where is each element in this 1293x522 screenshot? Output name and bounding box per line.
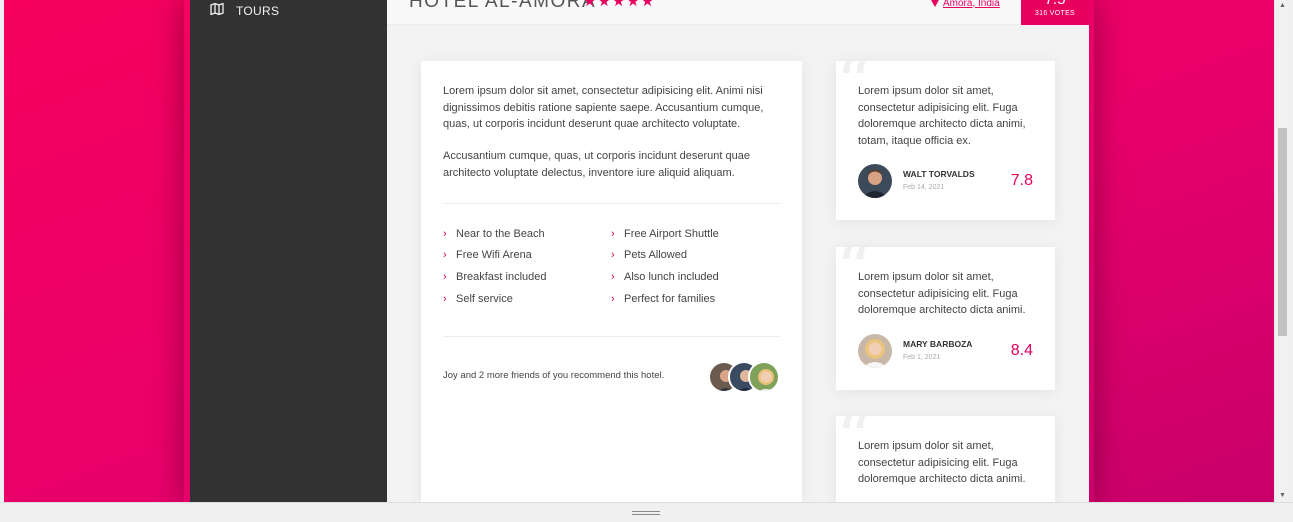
amenity-label: Pets Allowed [624,249,687,261]
amenity-item: › Near to the Beach [443,228,545,240]
main-content: HOTEL AL-AMORA ★★★★★ Amora, India 7.5 31… [387,0,1089,502]
hotel-score: 7.5 [1021,0,1089,8]
chevron-right-icon: › [611,293,615,305]
amenity-item: › Free Airport Shuttle [611,228,719,240]
hotel-title: HOTEL AL-AMORA [409,0,597,12]
scroll-down-arrow-icon[interactable]: ▼ [1275,490,1290,502]
amenity-label: Free Wifi Arena [456,249,532,261]
divider [443,336,780,337]
chevron-right-icon: › [611,228,615,240]
reviewer-name: MARY BARBOZA [903,339,973,349]
review-text: Lorem ipsum dolor sit amet, consectetur … [858,271,1026,316]
chevron-right-icon: › [443,249,447,261]
location-text: Amora, India [943,0,1000,9]
review-date: Feb 14, 2021 [903,184,945,191]
amenity-label: Free Airport Shuttle [624,228,719,240]
amenity-label: Breakfast included [456,271,547,283]
description-paragraph-2: Accusantium cumque, quas, ut corporis in… [443,150,750,179]
reviewer-name: WALT TORVALDS [903,169,975,179]
resize-bar [0,502,1293,522]
avatar [858,334,892,368]
amenity-item: › Perfect for families [611,293,715,305]
amenity-label: Perfect for families [624,293,716,305]
amenity-item: › Free Wifi Arena [443,249,532,261]
review-score: 7.8 [1010,172,1033,189]
sidebar-item-label: TOURS [236,4,280,18]
scrollbar-thumb[interactable] [1278,128,1287,336]
map-icon [210,2,224,20]
review-score: 8.4 [1010,342,1033,359]
sidebar: TOURS [190,0,387,502]
chevron-right-icon: › [611,271,615,283]
friend-avatars [708,361,784,393]
review-card: “ Lorem ipsum dolor sit amet, consectetu… [836,416,1055,502]
review-date: Feb 1, 2021 [903,354,941,361]
avatar[interactable] [748,361,780,393]
hotel-header: HOTEL AL-AMORA ★★★★★ Amora, India 7.5 31… [387,0,1089,25]
chevron-right-icon: › [611,249,615,261]
hotel-description-card: Lorem ipsum dolor sit amet, consectetur … [421,61,802,502]
avatar [858,164,892,198]
location-link[interactable]: Amora, India [931,0,1000,12]
review-card: “ Lorem ipsum dolor sit amet, consectetu… [836,247,1055,390]
review-text: Lorem ipsum dolor sit amet, consectetur … [858,440,1026,485]
page-viewport: TOURS HOTEL AL-AMORA ★★★★★ Amora, India … [4,0,1274,502]
sidebar-item-tours[interactable]: TOURS [210,2,279,20]
map-pin-icon [931,0,939,12]
chevron-right-icon: › [443,293,447,305]
star-rating: ★★★★★ [583,0,656,10]
resize-handle-icon[interactable] [632,511,660,516]
amenity-label: Also lunch included [624,271,719,283]
hotel-votes: 316 VOTES [1034,10,1076,17]
amenity-item: › Self service [443,293,513,305]
amenity-item: › Also lunch included [611,271,719,283]
review-card: “ Lorem ipsum dolor sit amet, consectetu… [836,61,1055,220]
amenity-item: › Pets Allowed [611,249,687,261]
amenity-label: Near to the Beach [456,228,545,240]
recommend-text: Joy and 2 more friends of you recommend … [443,370,665,381]
chevron-right-icon: › [443,271,447,283]
chevron-right-icon: › [443,228,447,240]
vertical-scrollbar[interactable]: ▲ ▼ [1274,0,1289,502]
amenity-item: › Breakfast included [443,271,547,283]
hotel-score-badge: 7.5 316 VOTES [1021,0,1089,25]
scroll-up-arrow-icon[interactable]: ▲ [1275,0,1290,12]
amenity-label: Self service [456,293,513,305]
description-paragraph-1: Lorem ipsum dolor sit amet, consectetur … [443,85,764,130]
divider [443,203,780,204]
review-text: Lorem ipsum dolor sit amet, consectetur … [858,85,1026,147]
